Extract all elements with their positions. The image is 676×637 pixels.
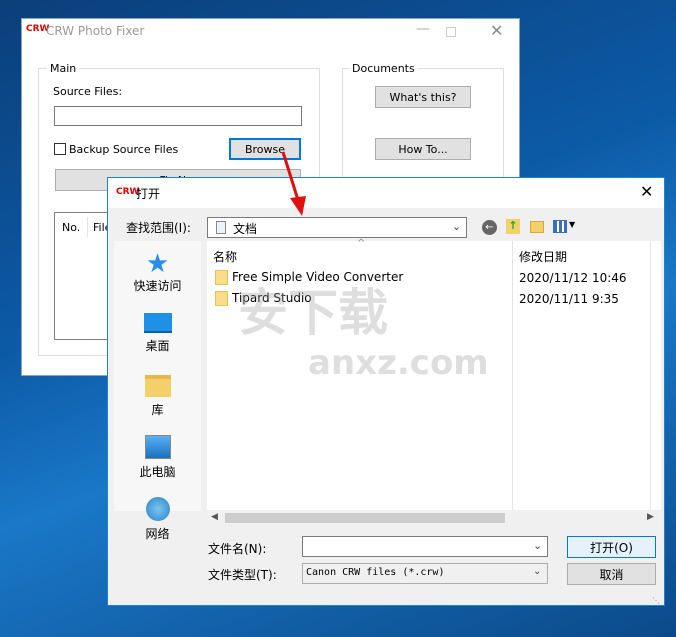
documents-group-label: Documents: [349, 62, 418, 75]
file-name-label: 文件名(N):: [208, 542, 267, 556]
place-network[interactable]: 网络: [114, 497, 201, 542]
network-icon: [145, 497, 170, 521]
new-folder-icon[interactable]: [530, 221, 544, 233]
main-group-label: Main: [47, 62, 80, 75]
browse-button[interactable]: Browse: [229, 138, 301, 160]
file-modified: 2020/11/11 9:35: [519, 292, 619, 306]
column-name[interactable]: 名称: [213, 248, 237, 265]
horizontal-scrollbar[interactable]: ◀ ▶: [207, 510, 661, 526]
backup-checkbox-label: Backup Source Files: [69, 143, 179, 156]
maximize-button[interactable]: [446, 27, 456, 37]
window-title: CRW Photo Fixer: [46, 24, 145, 38]
backup-checkbox[interactable]: [54, 143, 66, 155]
library-icon: [144, 375, 171, 397]
cancel-button[interactable]: 取消: [567, 563, 656, 585]
close-button[interactable]: ✕: [490, 21, 503, 40]
dialog-titlebar: [108, 178, 664, 208]
look-in-value: 文档: [233, 222, 258, 236]
sort-up-icon: ^: [357, 238, 366, 249]
source-files-input[interactable]: [54, 106, 302, 126]
computer-icon: [144, 435, 171, 459]
resize-grip-icon[interactable]: ⋱: [652, 596, 660, 605]
scrollbar-thumb[interactable]: [225, 513, 505, 523]
look-in-label: 查找范围(I):: [126, 221, 191, 235]
file-modified: 2020/11/12 10:46: [519, 271, 627, 285]
documents-group: [342, 68, 504, 178]
column-no[interactable]: No.: [62, 221, 80, 234]
file-row[interactable]: Free Simple Video Converter: [215, 270, 403, 285]
desktop-icon: [143, 313, 172, 333]
view-menu-icon[interactable]: [553, 220, 567, 233]
back-icon[interactable]: ←: [482, 220, 497, 235]
minimize-button[interactable]: —: [416, 21, 430, 37]
place-desktop[interactable]: 桌面: [114, 313, 201, 354]
place-this-pc[interactable]: 此电脑: [114, 435, 201, 480]
dialog-title: 打开: [136, 187, 161, 201]
chevron-down-icon: ⌄: [452, 220, 462, 233]
column-modified[interactable]: 修改日期: [519, 248, 567, 265]
look-in-dropdown[interactable]: 文档 ⌄: [207, 217, 467, 238]
dialog-close-button[interactable]: ✕: [640, 182, 653, 201]
source-files-label: Source Files:: [53, 85, 123, 98]
whats-this-button[interactable]: What's this?: [375, 86, 471, 108]
open-dialog: CRW 打开 ✕ 查找范围(I): 文档 ⌄ ← ↑ ▼ ★ 快速访问 桌面 库 …: [107, 177, 665, 606]
file-list[interactable]: No. File: [54, 212, 114, 340]
how-to-button[interactable]: How To...: [375, 138, 471, 160]
file-type-label: 文件类型(T):: [208, 568, 277, 582]
watermark: 安下载 anxz.com: [238, 284, 489, 383]
place-library[interactable]: 库: [114, 375, 201, 418]
file-type-dropdown[interactable]: Canon CRW files (*.crw) ⌄: [302, 563, 548, 584]
open-button[interactable]: 打开(O): [567, 536, 656, 558]
up-folder-icon[interactable]: ↑: [506, 219, 520, 234]
place-quick-access[interactable]: ★ 快速访问: [114, 251, 201, 294]
places-bar: ★ 快速访问 桌面 库 此电脑 网络: [114, 241, 201, 541]
folder-icon: [215, 291, 228, 306]
document-icon: [216, 221, 226, 234]
view-dropdown-arrow-icon[interactable]: ▼: [569, 220, 575, 229]
file-name-input[interactable]: ⌄: [302, 536, 548, 557]
chevron-down-icon: ⌄: [533, 566, 542, 577]
star-icon: ★: [145, 249, 170, 279]
folder-icon: [215, 270, 228, 285]
